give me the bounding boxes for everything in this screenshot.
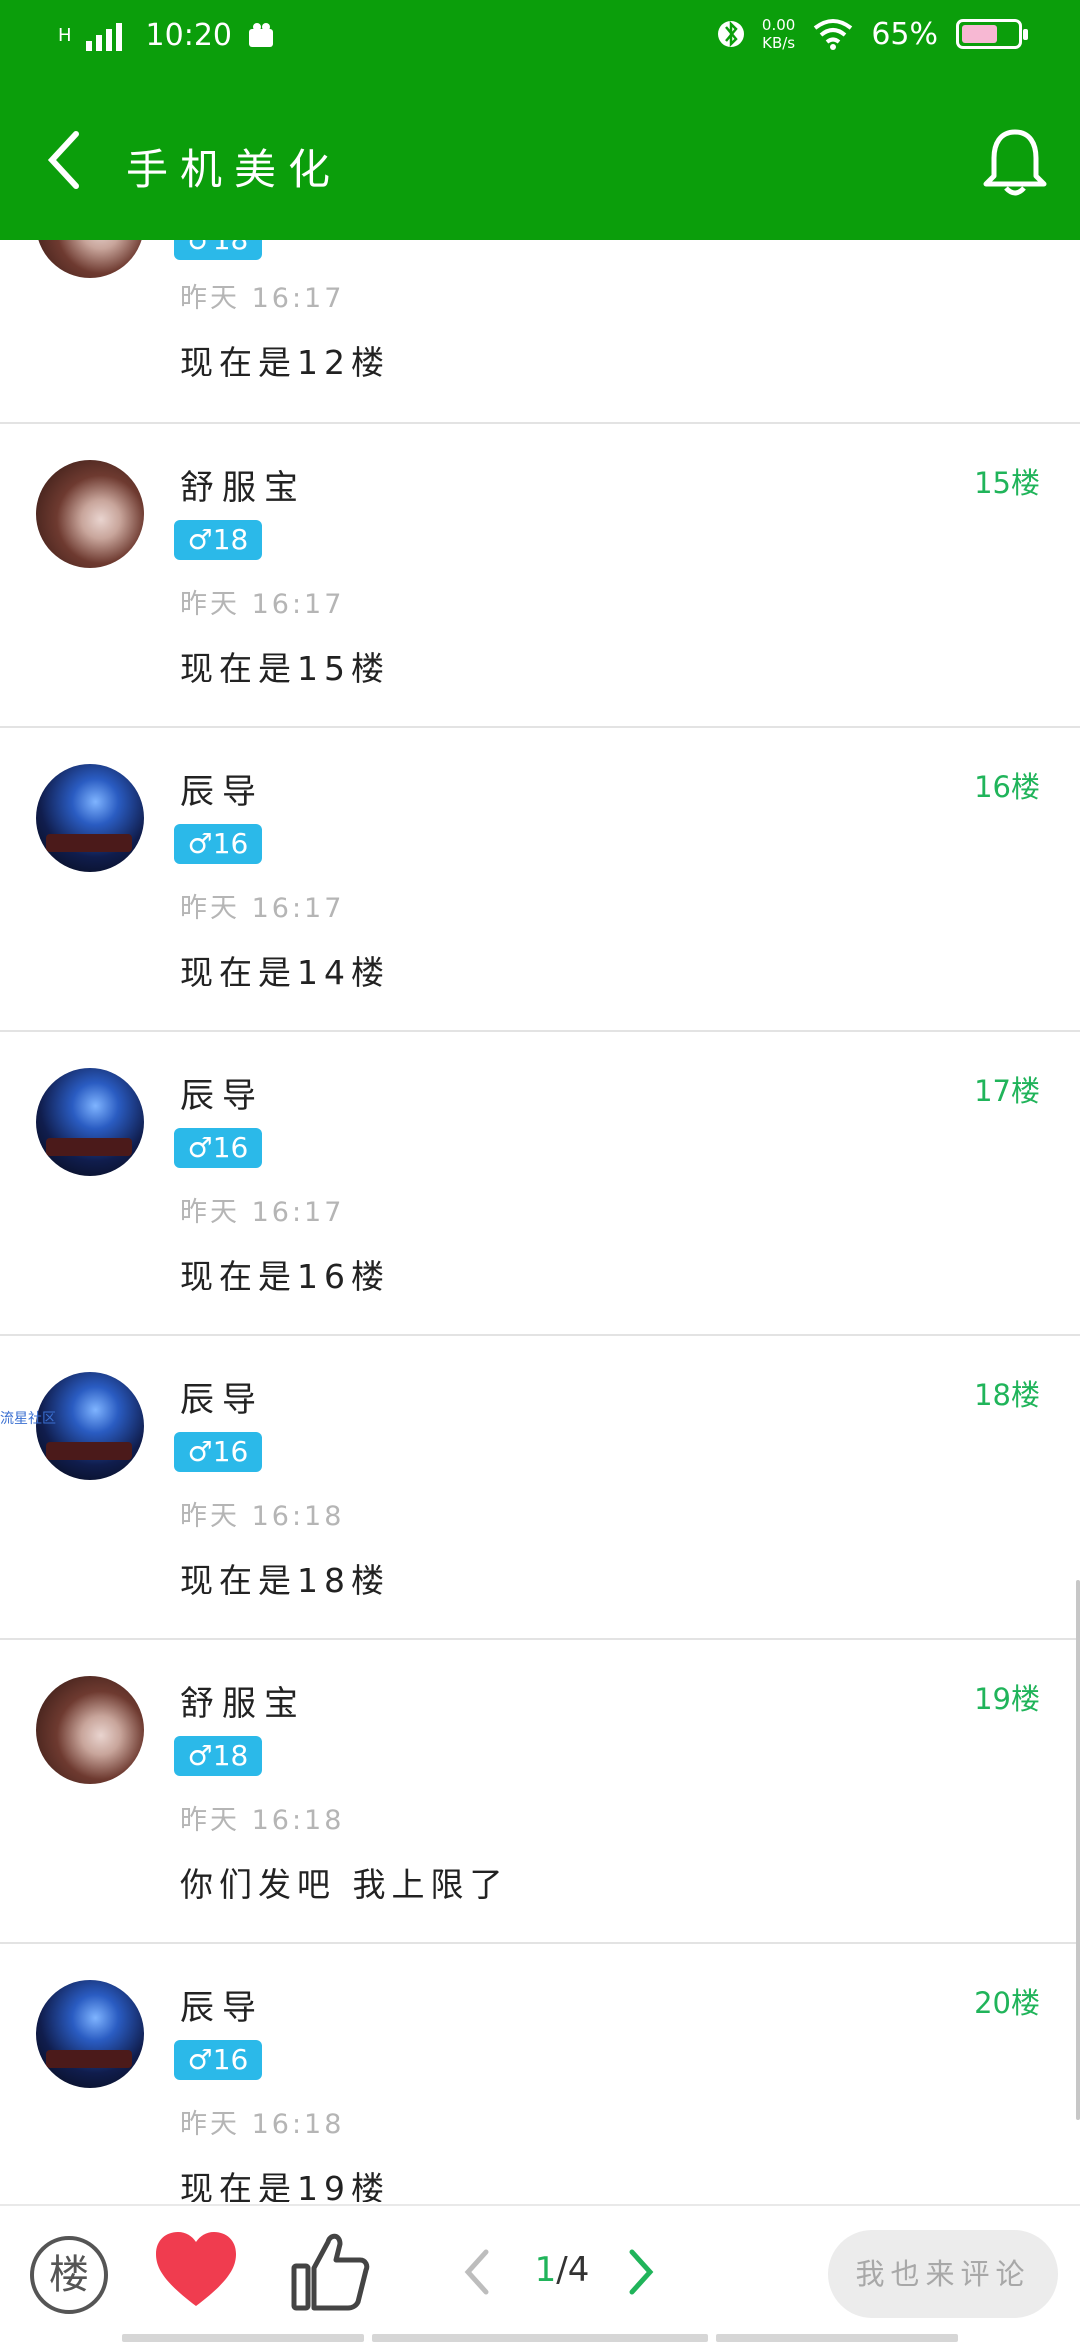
app-header: H 10:20 0.00 KB/s 65% 手机美化 [0, 0, 1080, 240]
gender-age-badge: ♂16 [174, 824, 262, 864]
nav-indicator [122, 2334, 364, 2342]
post-content: 现在是12楼 [180, 343, 390, 382]
battery-level [962, 25, 997, 43]
notification-app-icon [249, 22, 274, 47]
post-time: 昨天 16:17 [180, 893, 345, 924]
avatar[interactable] [36, 764, 144, 872]
battery-percent: 65% [871, 16, 938, 52]
user-name[interactable]: 舒服宝 [180, 1676, 306, 1725]
reply-list[interactable]: ♂18 昨天 16:17 现在是12楼 舒服宝 ♂18 昨天 16:17 现在是… [0, 240, 1080, 2202]
post-time: 昨天 16:17 [180, 1197, 345, 1228]
post-time: 昨天 16:18 [180, 2109, 345, 2140]
post-content: 现在是15楼 [180, 649, 390, 688]
list-item[interactable]: ♂18 昨天 16:17 现在是12楼 [0, 240, 1080, 424]
list-item[interactable]: 辰导 ♂16 昨天 16:18 现在是18楼 18楼 [0, 1336, 1080, 1640]
list-item[interactable]: 舒服宝 ♂18 昨天 16:18 你们发吧 我上限了 19楼 [0, 1640, 1080, 1944]
floor-number: 17楼 [974, 1074, 1040, 1108]
gender-age-badge: ♂16 [174, 2040, 262, 2080]
avatar[interactable] [36, 1676, 144, 1784]
heart-icon[interactable] [154, 2230, 238, 2310]
post-content: 现在是19楼 [180, 2169, 390, 2202]
avatar[interactable] [36, 1980, 144, 2088]
scrollbar[interactable] [1076, 1580, 1080, 2120]
floor-number: 16楼 [974, 770, 1040, 804]
thumbs-up-icon[interactable] [290, 2228, 370, 2312]
gender-age-badge: ♂16 [174, 1432, 262, 1472]
floor-number: 18楼 [974, 1378, 1040, 1412]
user-name[interactable]: 辰导 [180, 1068, 264, 1117]
wifi-icon [814, 19, 853, 50]
gender-age-badge: ♂16 [174, 1128, 262, 1168]
page-indicator: 1/4 [534, 2250, 590, 2290]
gender-age-badge: ♂18 [174, 520, 262, 560]
clock: 10:20 [145, 18, 233, 53]
nav-indicator [716, 2334, 958, 2342]
avatar[interactable] [36, 240, 144, 278]
bell-icon[interactable] [980, 126, 1050, 198]
battery-icon [956, 19, 1028, 49]
bottom-toolbar: 楼 1/4 我也来评论 [0, 2204, 1080, 2342]
bluetooth-icon [717, 20, 744, 48]
post-content: 现在是18楼 [180, 1561, 390, 1600]
post-time: 昨天 16:17 [180, 589, 345, 620]
prev-page-icon[interactable] [460, 2242, 494, 2302]
next-page-icon[interactable] [624, 2242, 658, 2302]
floor-jump-icon[interactable]: 楼 [30, 2236, 108, 2314]
floor-number: 15楼 [974, 466, 1040, 500]
status-bar: H 10:20 0.00 KB/s 65% [0, 0, 1080, 80]
post-time: 昨天 16:17 [180, 283, 345, 314]
list-item[interactable]: 舒服宝 ♂18 昨天 16:17 现在是15楼 15楼 [0, 424, 1080, 728]
floor-number: 20楼 [974, 1986, 1040, 2020]
avatar[interactable] [36, 460, 144, 568]
gender-age-badge: ♂18 [174, 240, 262, 260]
post-time: 昨天 16:18 [180, 1501, 345, 1532]
list-item[interactable]: 辰导 ♂16 昨天 16:17 现在是14楼 16楼 [0, 728, 1080, 1032]
comment-button[interactable]: 我也来评论 [828, 2230, 1058, 2318]
signal-icon [85, 22, 122, 51]
list-item[interactable]: 辰导 ♂16 昨天 16:17 现在是16楼 17楼 [0, 1032, 1080, 1336]
app-bar: 手机美化 [0, 80, 1080, 240]
avatar[interactable] [36, 1068, 144, 1176]
net-speed: 0.00 KB/s [761, 16, 796, 52]
user-name[interactable]: 辰导 [180, 764, 264, 813]
post-time: 昨天 16:18 [180, 1805, 345, 1836]
back-arrow-icon[interactable] [44, 130, 84, 190]
gender-age-badge: ♂18 [174, 1736, 262, 1776]
watermark-text: 流星社区 [0, 1411, 56, 1427]
page-title: 手机美化 [126, 145, 343, 194]
network-type: H [58, 25, 72, 46]
post-content: 你们发吧 我上限了 [180, 1865, 509, 1904]
list-item[interactable]: 辰导 ♂16 昨天 16:18 现在是19楼 20楼 [0, 1944, 1080, 2202]
pager: 1/4 [460, 2242, 660, 2302]
post-content: 现在是14楼 [180, 953, 390, 992]
nav-indicator [372, 2334, 708, 2342]
user-name[interactable]: 舒服宝 [180, 460, 306, 509]
post-content: 现在是16楼 [180, 1257, 390, 1296]
user-name[interactable]: 辰导 [180, 1372, 264, 1421]
floor-number: 19楼 [974, 1682, 1040, 1716]
user-name[interactable]: 辰导 [180, 1980, 264, 2029]
